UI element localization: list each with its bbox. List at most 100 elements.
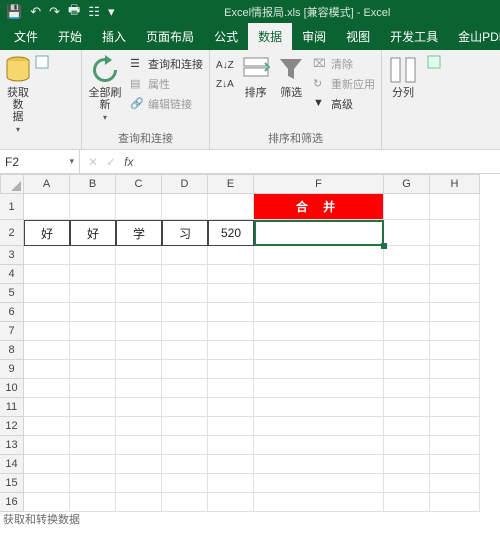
cell-E2[interactable]: 520: [208, 220, 254, 246]
cell-H15[interactable]: [430, 474, 480, 493]
tab-dev[interactable]: 开发工具: [380, 23, 448, 50]
cell-G10[interactable]: [384, 379, 430, 398]
cell-G6[interactable]: [384, 303, 430, 322]
cell-G11[interactable]: [384, 398, 430, 417]
row-header-1[interactable]: 1: [0, 194, 24, 220]
cell-G5[interactable]: [384, 284, 430, 303]
cell-D3[interactable]: [162, 246, 208, 265]
cell-D10[interactable]: [162, 379, 208, 398]
tab-review[interactable]: 审阅: [292, 23, 336, 50]
cell-H5[interactable]: [430, 284, 480, 303]
cell-C5[interactable]: [116, 284, 162, 303]
cell-D8[interactable]: [162, 341, 208, 360]
cell-A16[interactable]: [24, 493, 70, 512]
cell-D16[interactable]: [162, 493, 208, 512]
cell-B12[interactable]: [70, 417, 116, 436]
filter-button[interactable]: 筛选: [274, 53, 308, 101]
preview-icon[interactable]: ☷: [88, 4, 100, 20]
cell-B15[interactable]: [70, 474, 116, 493]
cell-H6[interactable]: [430, 303, 480, 322]
col-A[interactable]: A: [24, 174, 70, 194]
cell-E9[interactable]: [208, 360, 254, 379]
cell-H2[interactable]: [430, 220, 480, 246]
cell-C4[interactable]: [116, 265, 162, 284]
cell-C6[interactable]: [116, 303, 162, 322]
cell-F12[interactable]: [254, 417, 384, 436]
cell-D5[interactable]: [162, 284, 208, 303]
cell-B9[interactable]: [70, 360, 116, 379]
cell-A13[interactable]: [24, 436, 70, 455]
cell-H11[interactable]: [430, 398, 480, 417]
cell-D12[interactable]: [162, 417, 208, 436]
row-header-4[interactable]: 4: [0, 265, 24, 284]
cell-E10[interactable]: [208, 379, 254, 398]
cell-F2[interactable]: [254, 220, 384, 246]
cell-G3[interactable]: [384, 246, 430, 265]
cell-C15[interactable]: [116, 474, 162, 493]
cell-A8[interactable]: [24, 341, 70, 360]
cell-H13[interactable]: [430, 436, 480, 455]
cell-D9[interactable]: [162, 360, 208, 379]
col-H[interactable]: H: [430, 174, 480, 194]
sort-asc-button[interactable]: A↓Z: [213, 59, 237, 72]
cell-G16[interactable]: [384, 493, 430, 512]
cell-D6[interactable]: [162, 303, 208, 322]
cell-F15[interactable]: [254, 474, 384, 493]
cell-E8[interactable]: [208, 341, 254, 360]
cell-G9[interactable]: [384, 360, 430, 379]
enter-icon[interactable]: ✓: [106, 155, 116, 169]
cell-B10[interactable]: [70, 379, 116, 398]
refresh-all-button[interactable]: 全部刷 新 ▾: [85, 53, 125, 124]
cell-B16[interactable]: [70, 493, 116, 512]
more-icon[interactable]: ▾: [108, 4, 115, 20]
cell-F3[interactable]: [254, 246, 384, 265]
fill-handle[interactable]: [381, 243, 387, 249]
select-all-button[interactable]: [0, 174, 24, 194]
cell-H10[interactable]: [430, 379, 480, 398]
cell-A11[interactable]: [24, 398, 70, 417]
cell-H1[interactable]: [430, 194, 480, 220]
cell-A3[interactable]: [24, 246, 70, 265]
col-C[interactable]: C: [116, 174, 162, 194]
cell-A6[interactable]: [24, 303, 70, 322]
cell-C14[interactable]: [116, 455, 162, 474]
tab-view[interactable]: 视图: [336, 23, 380, 50]
queries-connections-button[interactable]: ☰查询和连接: [127, 55, 206, 73]
cell-C16[interactable]: [116, 493, 162, 512]
print-icon[interactable]: 🖶: [68, 1, 80, 23]
row-header-11[interactable]: 11: [0, 398, 24, 417]
save-icon[interactable]: 💾: [6, 4, 22, 20]
cell-B5[interactable]: [70, 284, 116, 303]
cell-A14[interactable]: [24, 455, 70, 474]
cell-E16[interactable]: [208, 493, 254, 512]
cell-D14[interactable]: [162, 455, 208, 474]
cell-C11[interactable]: [116, 398, 162, 417]
cell-G12[interactable]: [384, 417, 430, 436]
cell-B6[interactable]: [70, 303, 116, 322]
tab-data[interactable]: 数据: [248, 23, 292, 50]
cancel-icon[interactable]: ✕: [88, 155, 98, 169]
row-header-5[interactable]: 5: [0, 284, 24, 303]
row-header-13[interactable]: 13: [0, 436, 24, 455]
cell-F11[interactable]: [254, 398, 384, 417]
cell-C8[interactable]: [116, 341, 162, 360]
cell-E7[interactable]: [208, 322, 254, 341]
cell-B7[interactable]: [70, 322, 116, 341]
row-header-2[interactable]: 2: [0, 220, 24, 246]
cell-B4[interactable]: [70, 265, 116, 284]
cell-A9[interactable]: [24, 360, 70, 379]
row-header-9[interactable]: 9: [0, 360, 24, 379]
cell-E14[interactable]: [208, 455, 254, 474]
tab-home[interactable]: 开始: [48, 23, 92, 50]
cell-D1[interactable]: [162, 194, 208, 220]
cell-E4[interactable]: [208, 265, 254, 284]
row-header-15[interactable]: 15: [0, 474, 24, 493]
cell-A15[interactable]: [24, 474, 70, 493]
cell-G13[interactable]: [384, 436, 430, 455]
cell-H14[interactable]: [430, 455, 480, 474]
cell-B3[interactable]: [70, 246, 116, 265]
cell-E12[interactable]: [208, 417, 254, 436]
cell-C13[interactable]: [116, 436, 162, 455]
cell-E5[interactable]: [208, 284, 254, 303]
tab-insert[interactable]: 插入: [92, 23, 136, 50]
